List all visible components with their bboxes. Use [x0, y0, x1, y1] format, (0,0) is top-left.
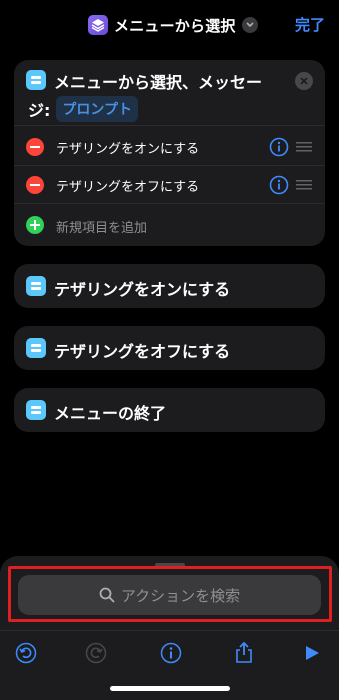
plus-icon [30, 220, 40, 230]
choose-from-menu-action[interactable]: メニューから選択、メッセー ジ: プロンプト テザリングをオンにする テザリング… [14, 60, 325, 246]
home-indicator [110, 686, 230, 691]
info-button[interactable] [159, 641, 183, 665]
block-label: テザリングをオフにする [54, 342, 231, 361]
done-button[interactable]: 完了 [295, 14, 325, 35]
info-icon[interactable] [269, 137, 289, 157]
play-icon [306, 646, 319, 660]
redo-button[interactable] [84, 641, 108, 665]
undo-icon [15, 642, 37, 664]
block-label: テザリングをオンにする [54, 280, 231, 299]
search-actions-input[interactable]: アクションを検索 [18, 575, 321, 615]
minus-icon [30, 146, 40, 148]
menu-action-icon [26, 338, 46, 358]
block-label: メニューの終了 [54, 404, 167, 423]
remove-option-button[interactable] [26, 138, 44, 156]
menu-option-item[interactable]: テザリングをオンにする [14, 128, 325, 166]
search-icon [99, 587, 115, 603]
remove-action-button[interactable] [295, 72, 313, 90]
add-new-item-label[interactable]: 新規項目を追加 [56, 217, 147, 236]
menu-case-block-off[interactable]: テザリングをオフにする [14, 326, 325, 370]
end-menu-block[interactable]: メニューの終了 [14, 388, 325, 432]
drag-handle-icon[interactable] [296, 180, 312, 190]
info-icon [160, 642, 182, 664]
chevron-down-icon [241, 17, 258, 33]
navigation-bar: メニューから選択 完了 [0, 0, 339, 50]
share-icon [236, 642, 252, 663]
menu-action-icon [26, 400, 46, 420]
shortcut-layers-icon [88, 15, 108, 35]
menu-option-item[interactable]: テザリングをオフにする [14, 166, 325, 204]
undo-button[interactable] [14, 641, 38, 665]
menu-case-block-on[interactable]: テザリングをオンにする [14, 264, 325, 308]
menu-action-title-suffix: ジ: [28, 101, 51, 120]
menu-action-icon [26, 276, 46, 296]
redo-icon [85, 642, 107, 664]
drag-handle-icon[interactable] [296, 142, 312, 152]
menu-option-label[interactable]: テザリングをオフにする [56, 176, 199, 195]
menu-action-header: メニューから選択、メッセー ジ: プロンプト [14, 60, 325, 126]
info-icon[interactable] [269, 175, 289, 195]
minus-icon [30, 184, 40, 186]
search-placeholder: アクションを検索 [120, 586, 241, 605]
menu-action-title-line2: ジ: プロンプト [28, 96, 138, 122]
close-icon [300, 77, 308, 85]
share-button[interactable] [232, 641, 256, 665]
add-new-item-row[interactable]: 新規項目を追加 [14, 206, 325, 244]
prompt-token[interactable]: プロンプト [56, 96, 138, 122]
menu-action-title: メニューから選択、メッセー [54, 73, 263, 92]
menu-action-icon [26, 70, 46, 90]
page-title: メニューから選択 [114, 16, 236, 35]
editor-toolbar [0, 630, 339, 674]
remove-option-button[interactable] [26, 176, 44, 194]
shortcut-title-menu[interactable]: メニューから選択 [88, 12, 258, 38]
run-button[interactable] [300, 641, 324, 665]
menu-option-label[interactable]: テザリングをオンにする [56, 138, 199, 157]
add-option-button[interactable] [26, 216, 44, 234]
